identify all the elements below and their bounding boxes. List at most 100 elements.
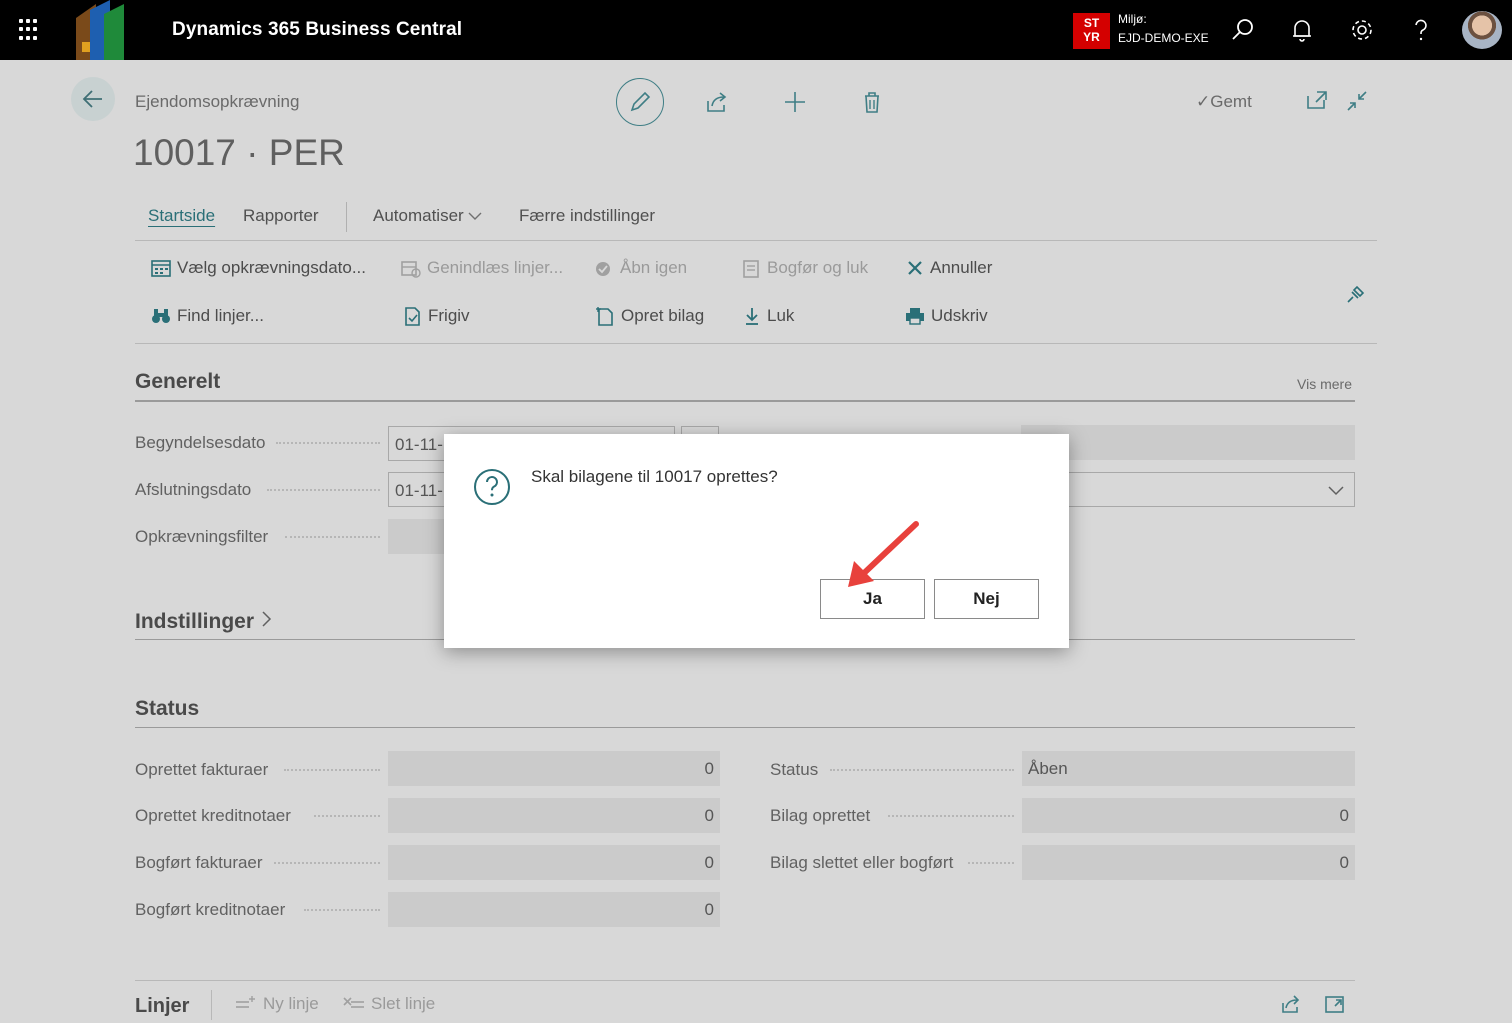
field-label-bogfoert-kreditnotaer: Bogført kreditnotaer (135, 900, 286, 919)
cancel-x-icon (908, 261, 922, 275)
delete-line-icon (343, 997, 364, 1008)
field-label-begyndelsesdato: Begyndelsesdato (135, 433, 266, 452)
opkraevningsfilter-input[interactable] (388, 519, 448, 554)
general-right-field-1[interactable] (1021, 425, 1355, 460)
field-label-bilag-oprettet: Bilag oprettet (770, 806, 871, 825)
share-icon[interactable] (1280, 993, 1302, 1015)
env-badge-line1: ST (1083, 16, 1100, 30)
app-title[interactable]: Dynamics 365 Business Central (172, 19, 462, 41)
action-label: Udskriv (931, 306, 988, 325)
bilag-slettet-value[interactable]: 0 (1022, 845, 1355, 880)
action-label: Åbn igen (620, 258, 688, 277)
tab-automatiser[interactable]: Automatiser (373, 206, 482, 226)
action-frigiv[interactable]: Frigiv (402, 306, 470, 326)
chevron-right-icon (262, 611, 271, 627)
tab-faerre-indstillinger[interactable]: Færre indstillinger (519, 206, 655, 226)
tab-startside[interactable]: Startside (148, 206, 215, 226)
field-label-opkraevningsfilter: Opkrævningsfilter (135, 527, 269, 546)
help-icon[interactable] (1406, 15, 1436, 45)
action-label: Bogfør og luk (767, 258, 869, 277)
section-generelt-title[interactable]: Generelt (135, 370, 220, 394)
open-new-window-icon[interactable] (1304, 88, 1330, 114)
action-annuller[interactable]: Annuller (906, 258, 992, 278)
action-opret-bilag[interactable]: Opret bilag (595, 306, 704, 326)
action-find-linjer[interactable]: Find linjer... (151, 306, 264, 326)
leader-dots (830, 769, 1014, 771)
leader-dots (284, 769, 380, 771)
confirm-dialog: Skal bilagene til 10017 oprettes? Ja Nej (444, 434, 1069, 648)
bogfoert-fakturaer-value[interactable]: 0 (388, 845, 720, 880)
section-indstillinger-title[interactable]: Indstillinger (135, 610, 272, 634)
action-label: Genindlæs linjer... (427, 258, 564, 277)
action-genindlaes-linjer[interactable]: Genindlæs linjer... (401, 258, 563, 278)
bilag-oprettet-value[interactable]: 0 (1022, 798, 1355, 833)
share-icon[interactable] (704, 89, 730, 115)
leader-dots (285, 536, 380, 538)
calendar-icon (151, 260, 171, 277)
binoculars-icon (152, 309, 170, 323)
no-button[interactable]: Nej (934, 579, 1039, 619)
download-icon (746, 308, 758, 325)
post-close-icon (743, 260, 759, 278)
action-label: Frigiv (428, 306, 470, 325)
environment-label: Miljø: (1118, 12, 1147, 26)
general-right-dropdown[interactable] (1021, 472, 1355, 507)
user-avatar[interactable] (1462, 11, 1502, 49)
tab-separator (346, 202, 347, 232)
status-value[interactable]: Åben (1022, 751, 1355, 786)
edit-button[interactable] (616, 78, 664, 126)
oprettet-kreditnotaer-value[interactable]: 0 (388, 798, 720, 833)
new-plus-icon[interactable] (782, 89, 808, 115)
pin-icon[interactable] (1345, 283, 1367, 305)
action-label: Ny linje (263, 994, 319, 1013)
section-status-line (135, 727, 1355, 728)
action-label: Annuller (930, 258, 993, 277)
tabs-divider (135, 240, 1377, 241)
gear-icon[interactable] (1347, 15, 1377, 45)
environment-badge: ST YR (1073, 13, 1110, 49)
action-aabn-igen[interactable]: Åbn igen (594, 258, 687, 278)
pencil-icon (630, 91, 651, 112)
leader-dots (888, 815, 1014, 817)
question-icon (474, 469, 510, 505)
expand-icon[interactable] (1324, 993, 1346, 1015)
section-status-title[interactable]: Status (135, 697, 199, 721)
app-launcher-icon[interactable] (19, 19, 41, 41)
saved-label: Gemt (1210, 92, 1252, 111)
delete-trash-icon[interactable] (859, 89, 885, 115)
lines-separator (211, 990, 212, 1020)
leader-dots (276, 442, 380, 444)
action-label: Find linjer... (177, 306, 264, 325)
tab-automatiser-label: Automatiser (373, 206, 464, 225)
action-luk[interactable]: Luk (743, 306, 794, 326)
action-label: Opret bilag (621, 306, 705, 325)
yes-button[interactable]: Ja (820, 579, 925, 619)
top-bar: Dynamics 365 Business Central ST YR Milj… (0, 0, 1512, 60)
back-button[interactable] (71, 77, 115, 121)
section-indstillinger-label: Indstillinger (135, 610, 255, 633)
back-arrow-icon (82, 90, 102, 108)
show-more-link[interactable]: Vis mere (1297, 376, 1352, 392)
environment-name: EJD-DEMO-EXE (1118, 31, 1209, 45)
search-icon[interactable] (1228, 15, 1258, 45)
action-vaelg-opkraevningsdato[interactable]: Vælg opkrævningsdato... (151, 258, 366, 278)
oprettet-fakturaer-value[interactable]: 0 (388, 751, 720, 786)
leader-dots (968, 862, 1014, 864)
new-line-icon (236, 996, 255, 1008)
env-badge-line2: YR (1083, 30, 1100, 44)
field-label-bogfoert-fakturaer: Bogført fakturaer (135, 853, 263, 872)
company-logo (76, 0, 124, 60)
action-udskriv[interactable]: Udskriv (905, 306, 988, 326)
action-slet-linje[interactable]: Slet linje (343, 994, 435, 1014)
action-bogfoer-og-luk[interactable]: Bogfør og luk (741, 258, 868, 278)
leader-dots (274, 862, 380, 864)
tab-rapporter[interactable]: Rapporter (243, 206, 319, 226)
chevron-down-icon (468, 212, 482, 220)
bogfoert-kreditnotaer-value[interactable]: 0 (388, 892, 720, 927)
collapse-icon[interactable] (1344, 88, 1370, 114)
bell-icon[interactable] (1287, 15, 1317, 45)
printer-icon (906, 308, 924, 325)
lines-divider (135, 980, 1355, 981)
action-ny-linje[interactable]: Ny linje (235, 994, 319, 1014)
section-linjer-title[interactable]: Linjer (135, 995, 189, 1018)
